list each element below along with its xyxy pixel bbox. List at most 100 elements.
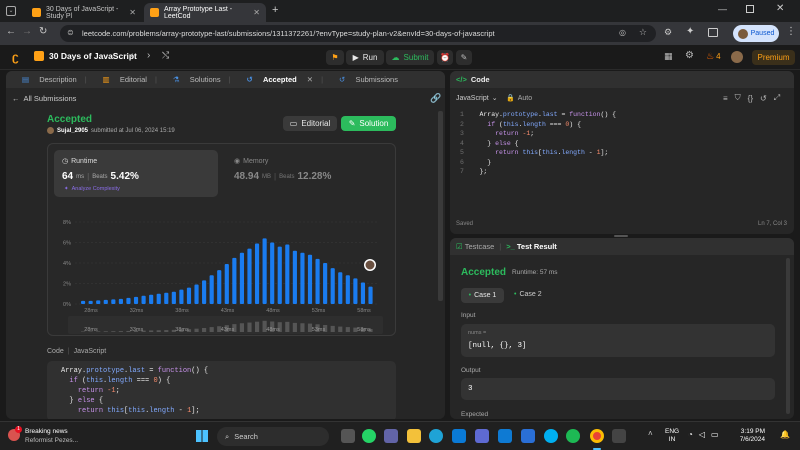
edge-icon[interactable]	[429, 429, 443, 443]
app-icon[interactable]	[612, 429, 626, 443]
more-menu-icon[interactable]: ⋮	[786, 26, 796, 37]
chrome-icon[interactable]	[590, 429, 604, 443]
language-indicator[interactable]: ENG IN	[665, 428, 679, 444]
runtime-distribution-chart[interactable]: 8% 6% 4% 2% 0% 28ms 32ms 38ms 43ms 48ms 53ms 58ms 28…	[48, 204, 395, 336]
reset-icon[interactable]: ↺	[760, 94, 767, 103]
cursor-position: Ln 7, Col 3	[758, 221, 788, 227]
taskbar-search[interactable]: ⌕ Search	[217, 427, 329, 446]
news-widget[interactable]: 1 Breaking news Reformist Pezes...	[8, 426, 98, 446]
panel-resize-handle[interactable]	[614, 235, 628, 237]
tab-editorial[interactable]: ▥ Editorial	[95, 75, 147, 84]
browser-tab-active[interactable]: Array Prototype Last - LeetCod ✕	[144, 3, 266, 22]
browser-tab-study-plan[interactable]: 30 Days of JavaScript - Study Pl ✕	[26, 3, 142, 22]
close-tab-icon[interactable]: ✕	[307, 75, 313, 84]
shuffle-icon[interactable]: ⤭	[162, 50, 169, 61]
braces-icon[interactable]: {}	[748, 94, 753, 103]
memory-box[interactable]: ◉ Memory 48.94 MB | Beats 12.28%	[226, 150, 390, 197]
all-submissions-link[interactable]: ← All Submissions	[12, 94, 76, 103]
run-button[interactable]: ▶ Run	[346, 50, 384, 65]
maximize-icon[interactable]	[746, 5, 754, 13]
auto-mode-toggle[interactable]: 🔒 Auto	[506, 94, 532, 103]
sidepanel-icon[interactable]	[708, 28, 718, 37]
format-icon[interactable]: ≡	[723, 94, 728, 103]
tray-chevron-icon[interactable]: ˄	[648, 429, 653, 438]
linear-icon[interactable]	[475, 429, 489, 443]
streak-badge[interactable]: ♨ 4	[706, 51, 721, 62]
link-icon[interactable]: 🔗	[430, 93, 441, 104]
chart-bar	[111, 299, 116, 304]
next-problem-icon[interactable]: ›	[147, 50, 150, 61]
tab-testcase[interactable]: ☑ Testcase	[456, 242, 494, 251]
star-icon[interactable]: ☆	[639, 27, 647, 38]
chart-bar	[247, 248, 252, 304]
leetcode-logo-icon[interactable]: ʗ	[12, 51, 23, 64]
left-scrollbar[interactable]	[438, 111, 443, 301]
site-info-icon[interactable]: ⊜	[67, 28, 74, 37]
editor-line[interactable]: 3 return -1;	[460, 130, 534, 137]
settings-icon[interactable]: ⚙	[685, 50, 694, 61]
case-2-tab[interactable]: • Case 2	[514, 291, 542, 298]
mail-icon[interactable]	[521, 429, 535, 443]
file-explorer-icon[interactable]	[407, 429, 421, 443]
profile-paused-button[interactable]: Paused	[733, 25, 779, 42]
case-1-tab[interactable]: • Case 1	[461, 288, 504, 303]
overview-bar	[111, 331, 116, 332]
extensions-icon[interactable]: ⚙	[664, 27, 672, 38]
analyze-complexity-link[interactable]: ✦ Analyze Complexity	[64, 186, 120, 192]
solution-button[interactable]: ✎ Solution	[341, 116, 396, 131]
prev-problem-icon[interactable]: ‹	[130, 50, 133, 61]
editor-line[interactable]: 5 return this[this.length - 1];	[460, 149, 608, 156]
result-scrollbar[interactable]	[786, 258, 790, 414]
overview-tick-label: 28ms	[84, 327, 98, 333]
url-input[interactable]: ⊜ leetcode.com/problems/array-prototype-…	[60, 25, 656, 42]
bookmark-icon[interactable]: ⛉	[735, 93, 741, 103]
windows-start-icon[interactable]	[196, 430, 208, 442]
notifications-icon[interactable]: 🔔	[780, 430, 790, 439]
editor-line[interactable]: 7 };	[460, 168, 487, 175]
clock[interactable]: 3:19 PM 7/6/2024	[735, 428, 765, 444]
eye-off-icon[interactable]: ◎	[619, 28, 626, 37]
close-tab-icon[interactable]: ✕	[129, 8, 136, 17]
close-window-icon[interactable]: ✕	[776, 3, 784, 14]
debug-button[interactable]: ⚑	[326, 50, 344, 65]
tab-description[interactable]: ▤ Description	[14, 75, 77, 84]
study-plan-link[interactable]: 30 Days of JavaScript	[34, 51, 137, 61]
teams-icon[interactable]	[384, 429, 398, 443]
skype-icon[interactable]	[544, 429, 558, 443]
tab-solutions[interactable]: ⚗ Solutions	[165, 75, 221, 84]
premium-button[interactable]: Premium	[752, 50, 795, 65]
tab-submissions[interactable]: ↺ Submissions	[331, 75, 398, 84]
editor-line[interactable]: 6 }	[460, 159, 491, 166]
editor-line[interactable]: 2 if (this.length === 0) {	[460, 121, 581, 128]
system-tray[interactable]: ◔ ◁ ▭	[688, 430, 719, 439]
whatsapp-icon[interactable]	[362, 429, 376, 443]
editorial-button[interactable]: ▭ Editorial	[283, 116, 337, 131]
layout-icon[interactable]: ▦	[664, 51, 673, 62]
submit-button[interactable]: ☁ Submit	[386, 50, 434, 65]
runtime-box[interactable]: ◷ Runtime 64 ms | Beats 5.42% ✦ Analyze …	[54, 150, 218, 197]
vscode-icon[interactable]	[498, 429, 512, 443]
puzzle-icon[interactable]: ✦	[686, 26, 694, 37]
username-link[interactable]: Sujal_2905	[57, 128, 88, 134]
result-status-row: Accepted Runtime: 57 ms	[461, 267, 558, 278]
spotify-icon[interactable]	[566, 429, 580, 443]
user-avatar[interactable]	[731, 51, 743, 63]
language-select[interactable]: JavaScript ⌄	[456, 94, 498, 103]
editor-line[interactable]: 1 Array.prototype.last = function() {	[460, 111, 616, 118]
back-icon[interactable]: ←	[6, 26, 16, 37]
task-view-icon[interactable]	[341, 429, 355, 443]
editor-line[interactable]: 4 } else {	[460, 140, 519, 147]
tab-accepted[interactable]: ↺ Accepted ✕	[239, 75, 314, 84]
close-tab-icon[interactable]: ✕	[253, 8, 260, 17]
store-icon[interactable]	[452, 429, 466, 443]
forward-icon[interactable]: →	[22, 26, 32, 37]
tab-search-icon[interactable]: ⌄	[6, 6, 16, 16]
reload-icon[interactable]: ↻	[39, 26, 47, 37]
tab-test-result[interactable]: >_ Test Result	[506, 242, 557, 251]
fullscreen-icon[interactable]: ⤢	[774, 93, 780, 103]
new-tab-icon[interactable]: +	[272, 4, 278, 16]
minimize-icon[interactable]: —	[718, 4, 727, 14]
chart-bar	[262, 238, 267, 304]
timer-button[interactable]: ⏰	[437, 50, 453, 65]
notes-button[interactable]: ✎	[456, 50, 472, 65]
